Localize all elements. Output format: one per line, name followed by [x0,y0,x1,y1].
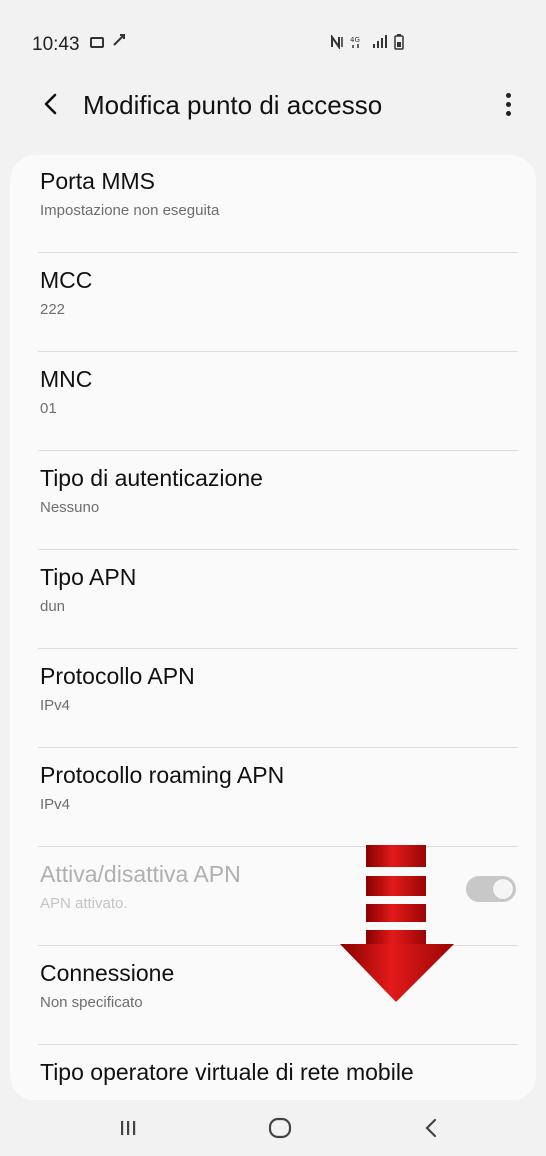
list-item-tipo-operatore-virtuale[interactable]: Tipo operatore virtuale di rete mobile [10,1046,536,1101]
back-button[interactable] [34,88,66,120]
item-title: Protocollo APN [40,663,195,689]
divider [38,351,518,352]
list-item-tipo-apn[interactable]: Tipo APN dun [10,551,536,649]
more-options-button[interactable] [496,88,520,120]
back-icon [425,1118,437,1138]
list-item-tipo-autenticazione[interactable]: Tipo di autenticazione Nessuno [10,452,536,550]
item-value: Impostazione non eseguita [40,202,220,219]
item-value: dun [40,598,66,615]
status-bar: 10:43 4G [0,0,546,80]
list-item-protocollo-roaming-apn[interactable]: Protocollo roaming APN IPv4 [10,749,536,847]
status-left-icons [90,33,126,51]
chevron-left-icon [44,93,57,115]
home-button[interactable] [258,1110,302,1146]
list-item-porta-mms[interactable]: Porta MMS Impostazione non eseguita [10,155,536,253]
divider [38,945,518,946]
home-icon [268,1117,292,1139]
nav-back-button[interactable] [410,1110,454,1146]
item-value: IPv4 [40,796,71,813]
item-title: Porta MMS [40,168,156,194]
image-icon [90,36,104,48]
divider [38,252,518,253]
item-value: 222 [40,301,66,318]
item-value: Non specificato [40,994,143,1011]
navigation-bar [0,1100,546,1156]
more-vertical-icon [505,92,511,98]
item-value: APN attivato. [40,895,128,912]
recent-apps-icon [121,1121,136,1135]
divider [38,747,518,748]
list-item-protocollo-apn[interactable]: Protocollo APN IPv4 [10,650,536,748]
screen: 10:43 4G Modifica punto di accesso Porta… [0,0,546,1156]
recent-apps-button[interactable] [106,1110,150,1146]
item-title: MCC [40,267,93,293]
status-time: 10:43 [32,34,80,55]
toggle-knob [492,878,514,900]
item-title: Tipo operatore virtuale di rete mobile [40,1059,414,1085]
svg-text:4G: 4G [350,36,360,44]
list-item-connessione[interactable]: Connessione Non specificato [10,947,536,1045]
page-title: Modifica punto di accesso [83,90,383,120]
wifi-call-icon [112,33,126,51]
list-item-mcc[interactable]: MCC 222 [10,254,536,352]
item-value: Nessuno [40,499,100,516]
4g-icon: 4G [350,35,366,53]
divider [38,450,518,451]
settings-card: Porta MMS Impostazione non eseguita MCC … [10,155,536,1101]
item-title: Attiva/disattiva APN [40,861,241,887]
divider [38,846,518,847]
item-title: Tipo di autenticazione [40,465,263,491]
item-title: MNC [40,366,93,392]
divider [38,1044,518,1045]
item-value: 01 [40,400,57,417]
item-value: IPv4 [40,697,71,714]
divider [38,648,518,649]
status-right-icons: 4G [330,33,404,54]
list-item-attiva-disattiva-apn: Attiva/disattiva APN APN attivato. [10,848,536,946]
apn-toggle-switch [466,876,516,902]
list-item-mnc[interactable]: MNC 01 [10,353,536,451]
item-title: Tipo APN [40,564,137,590]
signal-icon [372,35,388,53]
divider [38,549,518,550]
item-title: Protocollo roaming APN [40,762,285,788]
item-title: Connessione [40,960,175,986]
app-header: Modifica punto di accesso [0,78,546,130]
battery-icon [394,34,404,54]
nfc-icon [330,33,344,53]
